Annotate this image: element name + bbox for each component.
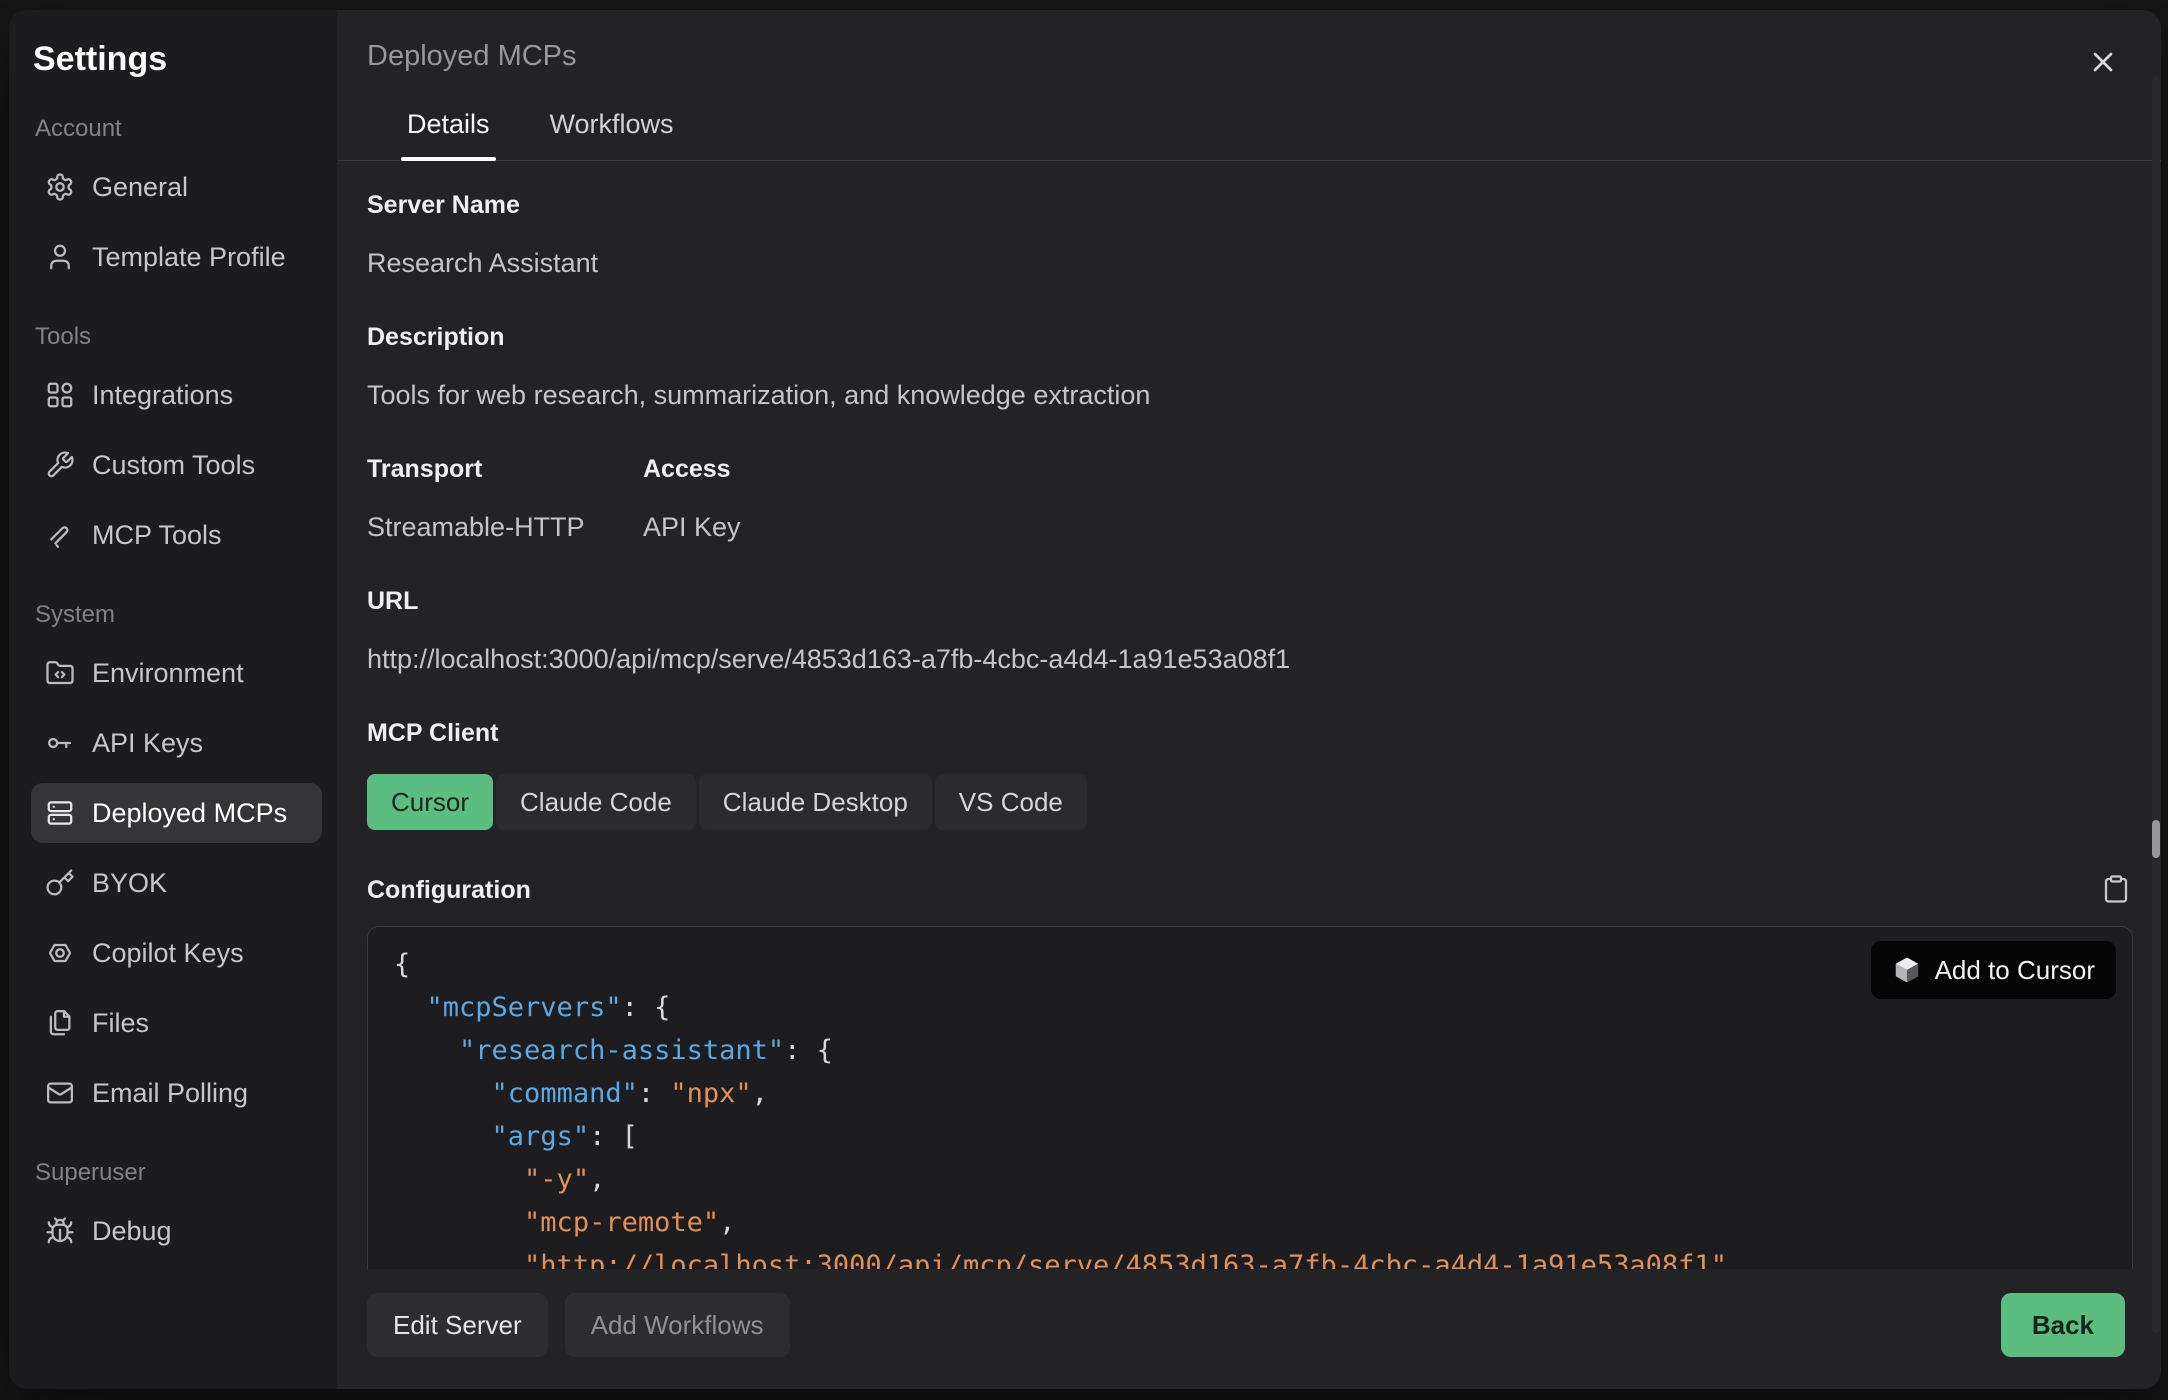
- add-workflows-button[interactable]: Add Workflows: [565, 1293, 790, 1357]
- configuration-label: Configuration: [367, 876, 531, 905]
- key-round-icon: [45, 728, 75, 758]
- add-to-cursor-button[interactable]: Add to Cursor: [1871, 941, 2116, 999]
- transport-label: Transport: [367, 455, 643, 484]
- details-content: Server Name Research Assistant Descripti…: [337, 161, 2161, 1269]
- sidebar-item-label: Email Polling: [92, 1078, 248, 1109]
- sidebar-section-tools: Tools: [35, 323, 322, 351]
- server-name-value: Research Assistant: [367, 248, 2133, 279]
- sidebar-item-email-polling[interactable]: Email Polling: [31, 1063, 322, 1123]
- scrollbar-thumb[interactable]: [2152, 820, 2160, 858]
- sidebar-item-label: Deployed MCPs: [92, 798, 287, 829]
- cursor-logo-icon: [1892, 955, 1922, 985]
- sidebar-item-copilot-keys[interactable]: Copilot Keys: [31, 923, 322, 983]
- access-label: Access: [643, 455, 919, 484]
- configuration-code-block: { "mcpServers": { "research-assistant": …: [367, 926, 2133, 1269]
- url-value: http://localhost:3000/api/mcp/serve/4853…: [367, 644, 2133, 675]
- sidebar-item-label: General: [92, 172, 188, 203]
- sidebar-item-label: API Keys: [92, 728, 203, 759]
- folder-code-icon: [45, 658, 75, 688]
- bug-icon: [45, 1216, 75, 1246]
- sidebar-item-byok[interactable]: BYOK: [31, 853, 322, 913]
- page-title: Deployed MCPs: [367, 40, 577, 72]
- settings-sidebar: Settings Account General Template Profile T…: [9, 10, 337, 1389]
- sidebar-item-label: Copilot Keys: [92, 938, 244, 969]
- sidebar-item-label: Template Profile: [92, 242, 286, 273]
- main-header: Deployed MCPs: [337, 10, 2161, 73]
- sidebar-item-label: Files: [92, 1008, 149, 1039]
- sidebar-section-superuser: Superuser: [35, 1159, 322, 1187]
- configuration-row: Configuration: [367, 874, 2133, 906]
- mcp-icon: [45, 520, 75, 550]
- sidebar-item-files[interactable]: Files: [31, 993, 322, 1053]
- gear-icon: [45, 172, 75, 202]
- files-icon: [45, 1008, 75, 1038]
- key-icon: [45, 868, 75, 898]
- tab-workflows[interactable]: Workflows: [546, 109, 678, 160]
- sidebar-section-system: System: [35, 601, 322, 629]
- settings-title: Settings: [33, 40, 322, 79]
- sidebar-item-label: BYOK: [92, 868, 167, 899]
- sidebar-item-label: Debug: [92, 1216, 172, 1247]
- sidebar-item-api-keys[interactable]: API Keys: [31, 713, 322, 773]
- sidebar-item-integrations[interactable]: Integrations: [31, 365, 322, 425]
- blocks-icon: [45, 380, 75, 410]
- server-icon: [45, 798, 75, 828]
- sidebar-item-label: Custom Tools: [92, 450, 255, 481]
- client-option-claude-code[interactable]: Claude Code: [496, 774, 696, 830]
- sidebar-item-label: Environment: [92, 658, 244, 689]
- tab-bar: Details Workflows: [337, 109, 2161, 161]
- transport-access-row: Transport Streamable-HTTP Access API Key: [367, 411, 2133, 543]
- client-option-cursor[interactable]: Cursor: [367, 774, 493, 830]
- sidebar-item-template-profile[interactable]: Template Profile: [31, 227, 322, 287]
- configuration-json: { "mcpServers": { "research-assistant": …: [368, 927, 2132, 1269]
- client-option-vs-code[interactable]: VS Code: [935, 774, 1087, 830]
- sidebar-item-label: Integrations: [92, 380, 233, 411]
- edit-server-button[interactable]: Edit Server: [367, 1293, 548, 1357]
- tab-details[interactable]: Details: [403, 109, 494, 160]
- scrollbar-track[interactable]: [2152, 76, 2160, 1333]
- back-button[interactable]: Back: [2001, 1293, 2125, 1357]
- access-value: API Key: [643, 512, 919, 543]
- sidebar-item-general[interactable]: General: [31, 157, 322, 217]
- sidebar-item-custom-tools[interactable]: Custom Tools: [31, 435, 322, 495]
- main-panel: Deployed MCPs Details Workflows Server Na…: [337, 10, 2161, 1389]
- mail-icon: [45, 1078, 75, 1108]
- sidebar-item-environment[interactable]: Environment: [31, 643, 322, 703]
- user-icon: [45, 242, 75, 272]
- copy-icon[interactable]: [2101, 874, 2133, 906]
- settings-modal: Settings Account General Template Profile T…: [9, 10, 2161, 1389]
- description-label: Description: [367, 323, 2133, 352]
- mcp-client-options: CursorClaude CodeClaude DesktopVS Code: [367, 774, 2133, 830]
- mcp-client-label: MCP Client: [367, 719, 2133, 748]
- sidebar-item-deployed-mcps[interactable]: Deployed MCPs: [31, 783, 322, 843]
- sidebar-item-debug[interactable]: Debug: [31, 1201, 322, 1261]
- close-icon[interactable]: [2085, 44, 2121, 80]
- sidebar-section-account: Account: [35, 115, 322, 143]
- wrench-icon: [45, 450, 75, 480]
- footer-bar: Edit Server Add Workflows Back: [337, 1269, 2161, 1389]
- server-name-label: Server Name: [367, 191, 2133, 220]
- sidebar-sections: Account General Template Profile Tools Integ…: [31, 115, 322, 1261]
- transport-value: Streamable-HTTP: [367, 512, 643, 543]
- sidebar-item-mcp-tools[interactable]: MCP Tools: [31, 505, 322, 565]
- client-option-claude-desktop[interactable]: Claude Desktop: [699, 774, 932, 830]
- url-label: URL: [367, 587, 2133, 616]
- nut-icon: [45, 938, 75, 968]
- description-value: Tools for web research, summarization, a…: [367, 380, 2133, 411]
- sidebar-item-label: MCP Tools: [92, 520, 222, 551]
